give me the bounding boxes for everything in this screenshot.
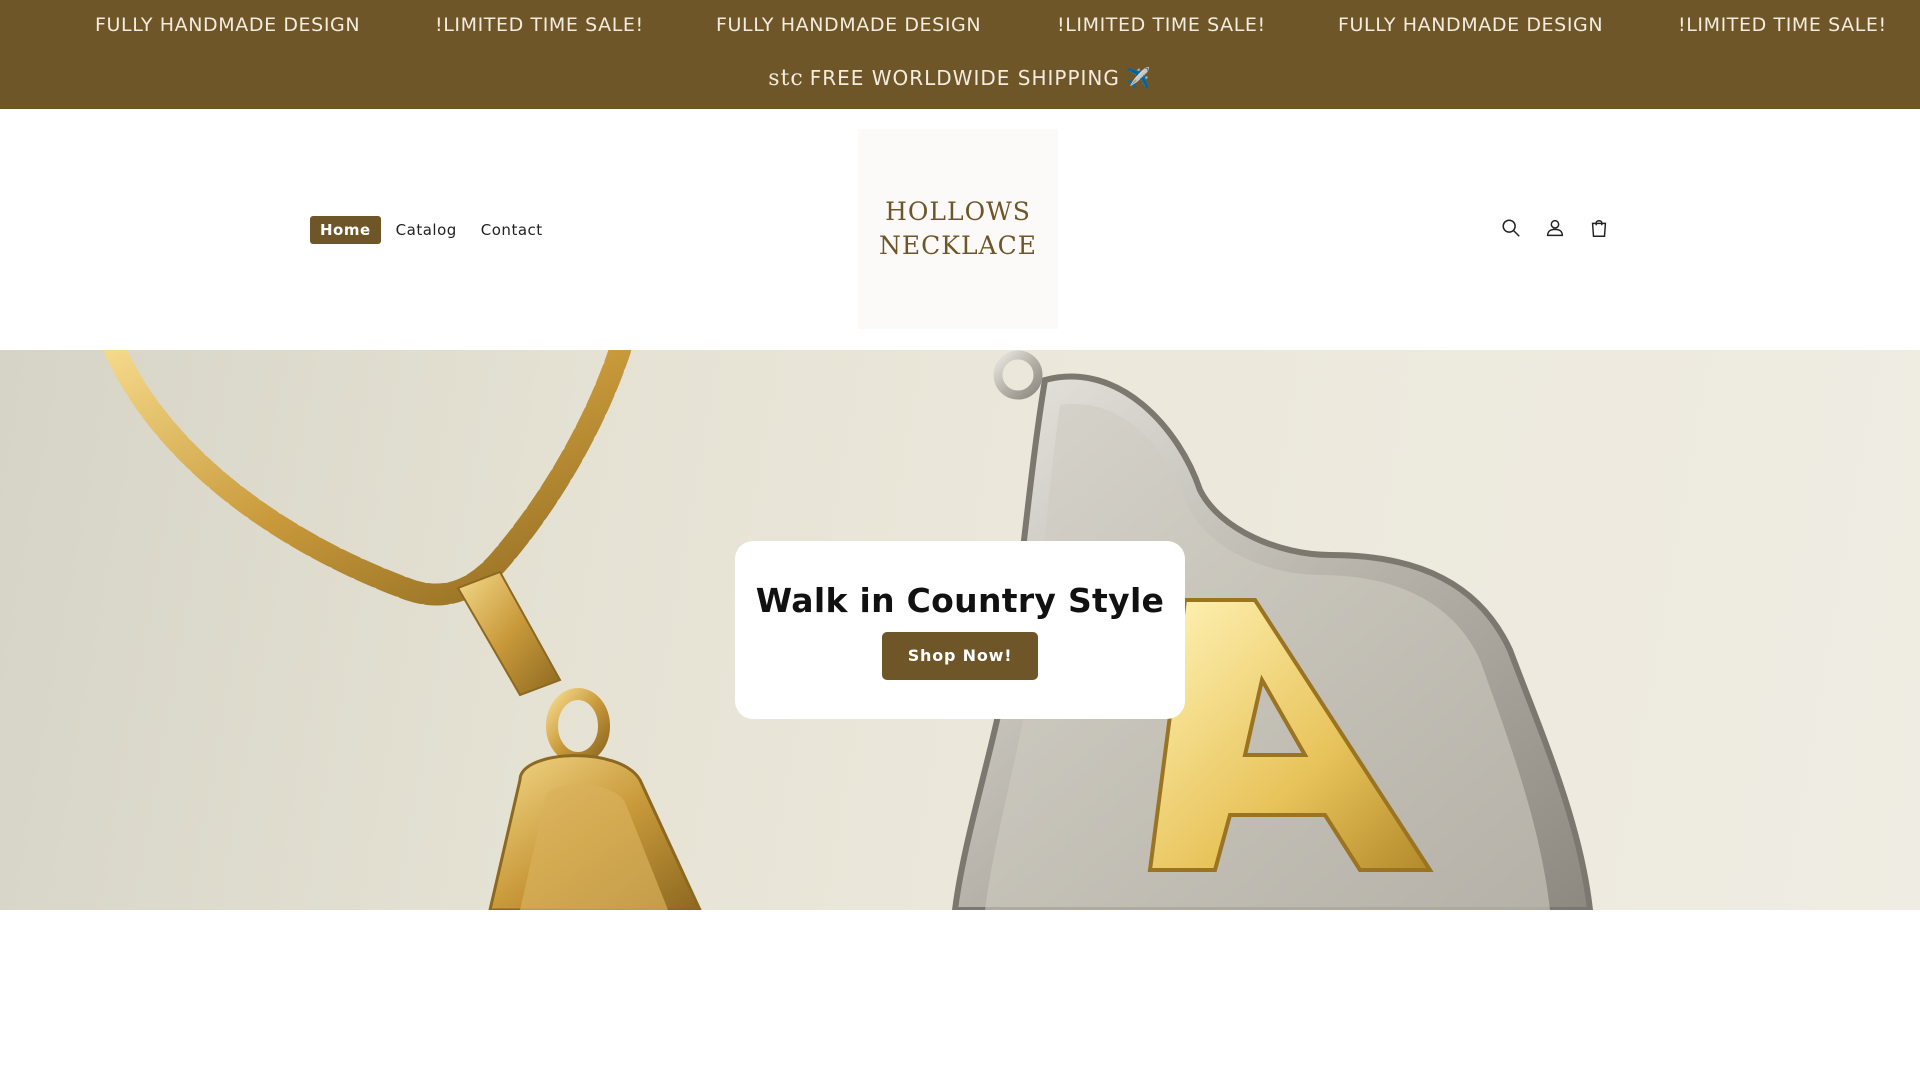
search-icon[interactable]	[1498, 215, 1524, 241]
nav-item-catalog[interactable]: Catalog	[396, 217, 457, 243]
nav-item-contact[interactable]: Contact	[481, 217, 543, 243]
marquee-item: FULLY HANDMADE DESIGN	[1338, 14, 1604, 36]
marquee-item: !LIMITED TIME SALE!	[1057, 14, 1266, 36]
main-navigation: Home Catalog Contact	[310, 216, 567, 244]
nav-item-home[interactable]: Home	[310, 216, 381, 244]
shop-now-button[interactable]: Shop Now!	[882, 632, 1038, 680]
hero-title: Walk in Country Style	[755, 581, 1165, 620]
announcement-bar: FULLY HANDMADE DESIGN !LIMITED TIME SALE…	[0, 0, 1920, 109]
page-content-area	[0, 910, 1920, 1080]
logo-line-2: NECKLACE	[879, 231, 1037, 260]
logo-line-1: HOLLOWS	[885, 197, 1031, 226]
shipping-text: FREE WORLDWIDE SHIPPING	[809, 66, 1120, 90]
account-icon[interactable]	[1542, 215, 1568, 241]
shipping-prefix: stc	[768, 66, 804, 91]
airplane-icon: ✈️	[1125, 66, 1152, 90]
cart-icon[interactable]	[1586, 215, 1612, 241]
marquee-item: !LIMITED TIME SALE!	[435, 14, 644, 36]
site-header: Home Catalog Contact HOLLOWS NECKLACE	[0, 109, 1920, 350]
marquee-item: FULLY HANDMADE DESIGN	[716, 14, 982, 36]
hero-banner: Walk in Country Style Shop Now!	[0, 350, 1920, 910]
site-logo[interactable]: HOLLOWS NECKLACE	[858, 129, 1058, 329]
header-icons	[1498, 215, 1630, 241]
hero-card: Walk in Country Style Shop Now!	[735, 541, 1185, 719]
announcement-marquee: FULLY HANDMADE DESIGN !LIMITED TIME SALE…	[0, 0, 1920, 50]
marquee-item: FULLY HANDMADE DESIGN	[95, 14, 361, 36]
marquee-item: !LIMITED TIME SALE!	[1678, 14, 1887, 36]
shipping-announcement: stc FREE WORLDWIDE SHIPPING ✈️	[0, 66, 1920, 91]
